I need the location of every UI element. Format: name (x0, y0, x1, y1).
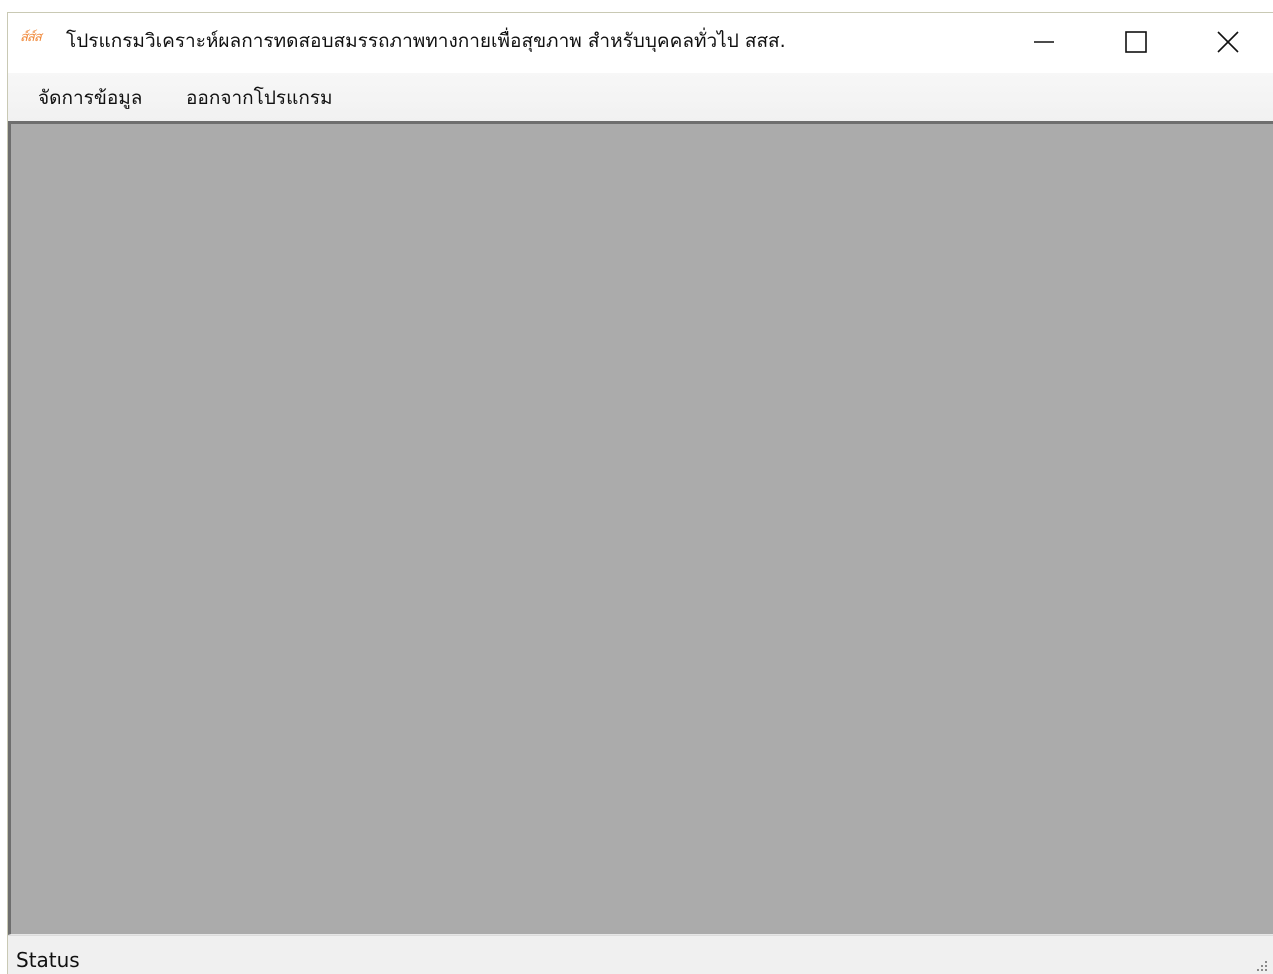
mdi-client-area[interactable] (8, 121, 1273, 935)
maximize-icon (1125, 31, 1147, 53)
maximize-button[interactable] (1090, 13, 1182, 71)
status-label: Status (16, 948, 80, 972)
menu-bar: จัดการข้อมูล ออกจากโปรแกรม (8, 73, 1273, 121)
minimize-icon (1034, 41, 1054, 43)
menu-exit-program[interactable]: ออกจากโปรแกรม (180, 83, 339, 113)
window-title: โปรแกรมวิเคราะห์ผลการทดสอบสมรรถภาพทางกาย… (66, 30, 786, 52)
app-window: ส์ส์ส โปรแกรมวิเคราะห์ผลการทดสอบสมรรถภาพ… (7, 12, 1273, 974)
close-icon (1217, 31, 1239, 53)
title-bar[interactable]: ส์ส์ส โปรแกรมวิเคราะห์ผลการทดสอบสมรรถภาพ… (8, 13, 1273, 73)
status-bar: Status (8, 935, 1273, 974)
app-logo-icon: ส์ส์ส (20, 30, 42, 45)
minimize-button[interactable] (998, 13, 1090, 71)
close-button[interactable] (1182, 13, 1273, 71)
resize-grip-icon[interactable] (1253, 957, 1269, 973)
menu-manage-data[interactable]: จัดการข้อมูล (32, 83, 148, 113)
